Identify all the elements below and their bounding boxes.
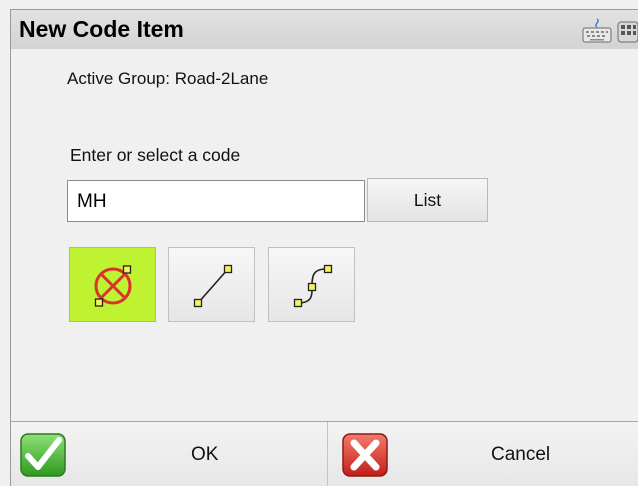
dialog-footer: OK Cancel (10, 421, 638, 486)
code-prompt-label: Enter or select a code (70, 145, 241, 165)
point-feature-button[interactable] (69, 247, 156, 322)
list-button[interactable]: List (367, 178, 488, 222)
line-feature-icon (193, 264, 232, 307)
curve-feature-icon (293, 264, 332, 307)
active-group-label: Active Group: Road-2Lane (67, 69, 269, 88)
ok-button[interactable]: OK (11, 422, 328, 486)
red-x-icon (342, 433, 388, 477)
cancel-button[interactable]: Cancel (329, 422, 638, 486)
title-bar: New Code Item (10, 9, 638, 49)
ok-label: OK (191, 444, 219, 465)
curve-feature-button[interactable] (268, 247, 355, 322)
dialog-title: New Code Item (19, 16, 184, 42)
code-input[interactable] (67, 180, 365, 222)
keypad-grid-icon[interactable] (617, 18, 638, 44)
keyboard-icon[interactable] (581, 18, 613, 44)
line-feature-button[interactable] (168, 247, 255, 322)
cancel-label: Cancel (491, 444, 551, 465)
dialog-body: Active Group: Road-2Lane Enter or select… (10, 49, 638, 421)
point-feature-icon (94, 264, 131, 307)
green-checkmark-icon (20, 433, 66, 477)
